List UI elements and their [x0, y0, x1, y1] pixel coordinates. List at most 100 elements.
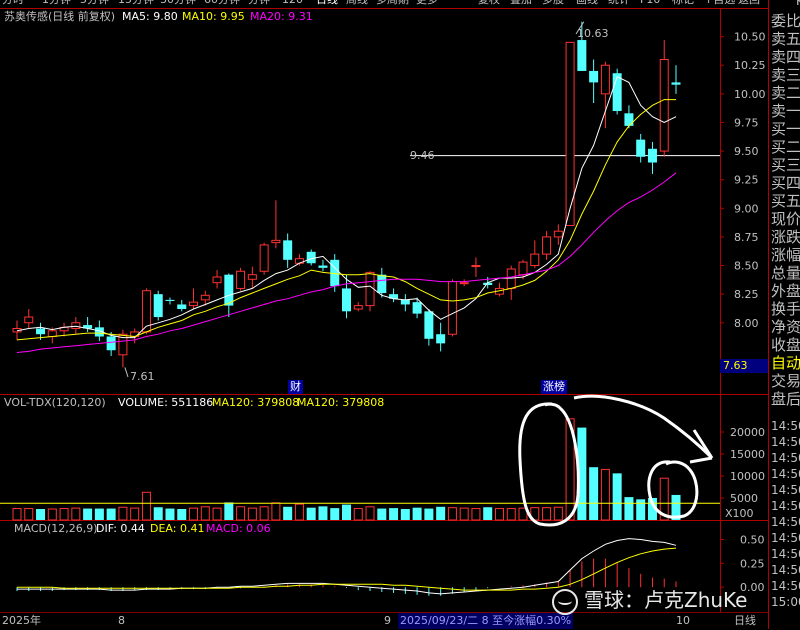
volume-bar — [412, 507, 422, 520]
volume-bar — [424, 508, 434, 520]
volume-bar — [377, 508, 387, 520]
toolbar-item-14[interactable]: 多股 — [542, 0, 564, 7]
sidebar-field-5: 卖一 — [771, 102, 800, 120]
volume-unit: X100 — [725, 507, 754, 520]
macd-legend: MACD: 0.06 — [206, 522, 271, 535]
volume-bar — [447, 507, 457, 521]
toolbar-item-7[interactable]: 120 — [282, 0, 303, 7]
reference-price-label: 9.46 — [410, 149, 435, 162]
volume-bar — [271, 502, 281, 521]
volume-bar — [318, 506, 328, 520]
candle — [212, 276, 222, 284]
quote-sidebar: 委比 卖五 卖四 卖三 卖二 卖一 买一 买二 买三 买四 买五 现价 涨跌 涨幅 总量 外盘 换手 净资 收盘 自动… — [768, 0, 800, 629]
sidebar-field-8: 买三 — [771, 156, 800, 174]
toolbar-item-17[interactable]: F10 — [640, 0, 660, 7]
toolbar-item-6[interactable]: 分钟 — [248, 0, 270, 7]
volume-bar — [494, 508, 504, 521]
toolbar-item-10[interactable]: 多周期 — [376, 0, 409, 7]
toolbar-item-4[interactable]: 30分钟 — [160, 0, 196, 7]
volume-bar — [94, 508, 104, 520]
candle — [636, 139, 646, 157]
trade-time-6: 14:50 — [771, 515, 800, 529]
toolbar-item-11[interactable]: 更多 — [416, 0, 438, 7]
candle — [177, 304, 187, 310]
toolbar-item-5[interactable]: 60分钟 — [204, 0, 240, 7]
candle — [671, 82, 681, 85]
volume-bar — [118, 506, 128, 521]
candle — [365, 271, 375, 307]
volume-bar — [283, 506, 293, 520]
sidebar-field-9: 买四 — [771, 174, 800, 192]
volume-bar — [612, 473, 622, 520]
toolbar-item-20[interactable]: 返回 — [738, 0, 760, 7]
candle — [530, 253, 540, 267]
candle — [271, 239, 281, 244]
trade-time-7: 14:50 — [771, 531, 800, 545]
toolbar-item-19[interactable]: +自选 — [704, 0, 735, 7]
toolbar-item-0[interactable]: 分时 — [2, 0, 24, 7]
toolbar-item-1[interactable]: 1分钟 — [42, 0, 71, 7]
dif-legend: DIF: 0.44 — [96, 522, 145, 535]
price-axis-tick: 8.50 — [734, 260, 759, 273]
toolbar-item-8[interactable]: 日线 — [316, 0, 338, 7]
trade-time-1: 14:50 — [771, 435, 800, 449]
volume-indicator-title[interactable]: VOL-TDX(120,120) — [4, 396, 106, 410]
volume-bar — [12, 508, 22, 521]
toolbar-item-16[interactable]: 统计 — [608, 0, 630, 7]
volume-bar — [353, 508, 363, 521]
candle — [612, 73, 622, 112]
trade-time-11: 15:00 — [771, 595, 800, 609]
sidebar-field-20: 交易 — [771, 372, 800, 390]
sidebar-field-21: 盘后 — [771, 390, 800, 408]
price-axis-tick: 8.25 — [734, 288, 759, 301]
toolbar-item-12[interactable]: 复权 — [478, 0, 500, 7]
volume-bar — [212, 507, 222, 521]
price-axis-tick: 8.00 — [734, 317, 759, 330]
trade-time-4: 14:50 — [771, 483, 800, 497]
volume-bar — [83, 508, 93, 520]
volume-legend: VOLUME: 551186 — [118, 396, 214, 409]
trade-time-10: 14:50 — [771, 579, 800, 593]
ma20-legend: MA20: 9.31 — [250, 10, 313, 23]
ma20-line — [16, 172, 677, 353]
period-change-status: 2025/09/23/二 8 至今涨幅0.30% — [398, 613, 574, 629]
ma5-legend: MA5: 9.80 — [122, 10, 178, 23]
snowball-logo-icon — [552, 588, 578, 615]
period-toolbar: 分时 1分钟 5分钟 15分钟 30分钟 60分钟 分钟 120 日线 周线 多周期更多 复权 叠加 多股… — [0, 0, 768, 8]
candle — [47, 330, 57, 338]
candle — [36, 328, 46, 335]
sidebar-field-6: 买一 — [771, 120, 800, 138]
limit-up-tag[interactable]: 涨榜 — [541, 380, 567, 394]
toolbar-item-9[interactable]: 周线 — [346, 0, 368, 7]
period-indicator[interactable]: 日线 — [734, 613, 756, 629]
toolbar-item-3[interactable]: 15分钟 — [118, 0, 154, 7]
toolbar-item-13[interactable]: 叠加 — [510, 0, 532, 7]
low-pointer — [124, 367, 129, 378]
candle — [577, 40, 587, 71]
volume-bar — [436, 506, 446, 520]
candle — [224, 274, 234, 306]
sidebar-field-10: 买五 — [771, 192, 800, 210]
toolbar-item-18[interactable]: 标记 — [672, 0, 694, 7]
volume-bar — [130, 507, 140, 521]
candle — [647, 148, 657, 163]
dea-legend: DEA: 0.41 — [150, 522, 205, 535]
trade-time-9: 14:50 — [771, 563, 800, 577]
toolbar-item-15[interactable]: 画线 — [576, 0, 598, 7]
month-9-label: 9 — [384, 614, 391, 627]
volume-bar — [330, 508, 340, 520]
toolbar-item-2[interactable]: 5分钟 — [80, 0, 109, 7]
sidebar-field-19: 自动 — [771, 354, 800, 372]
earnings-tag[interactable]: 财 — [288, 380, 303, 394]
volume-bar — [189, 507, 199, 521]
volume-bar — [600, 468, 610, 521]
candle — [589, 70, 599, 83]
volume-bar — [141, 491, 151, 521]
macd-indicator-title[interactable]: MACD(12,26,9) — [14, 522, 98, 536]
volume-bar — [247, 507, 257, 521]
candle — [283, 240, 293, 260]
candle — [106, 336, 116, 351]
low-price-label: 7.61 — [130, 370, 155, 383]
volume-bar — [365, 506, 375, 521]
candle — [424, 311, 434, 339]
